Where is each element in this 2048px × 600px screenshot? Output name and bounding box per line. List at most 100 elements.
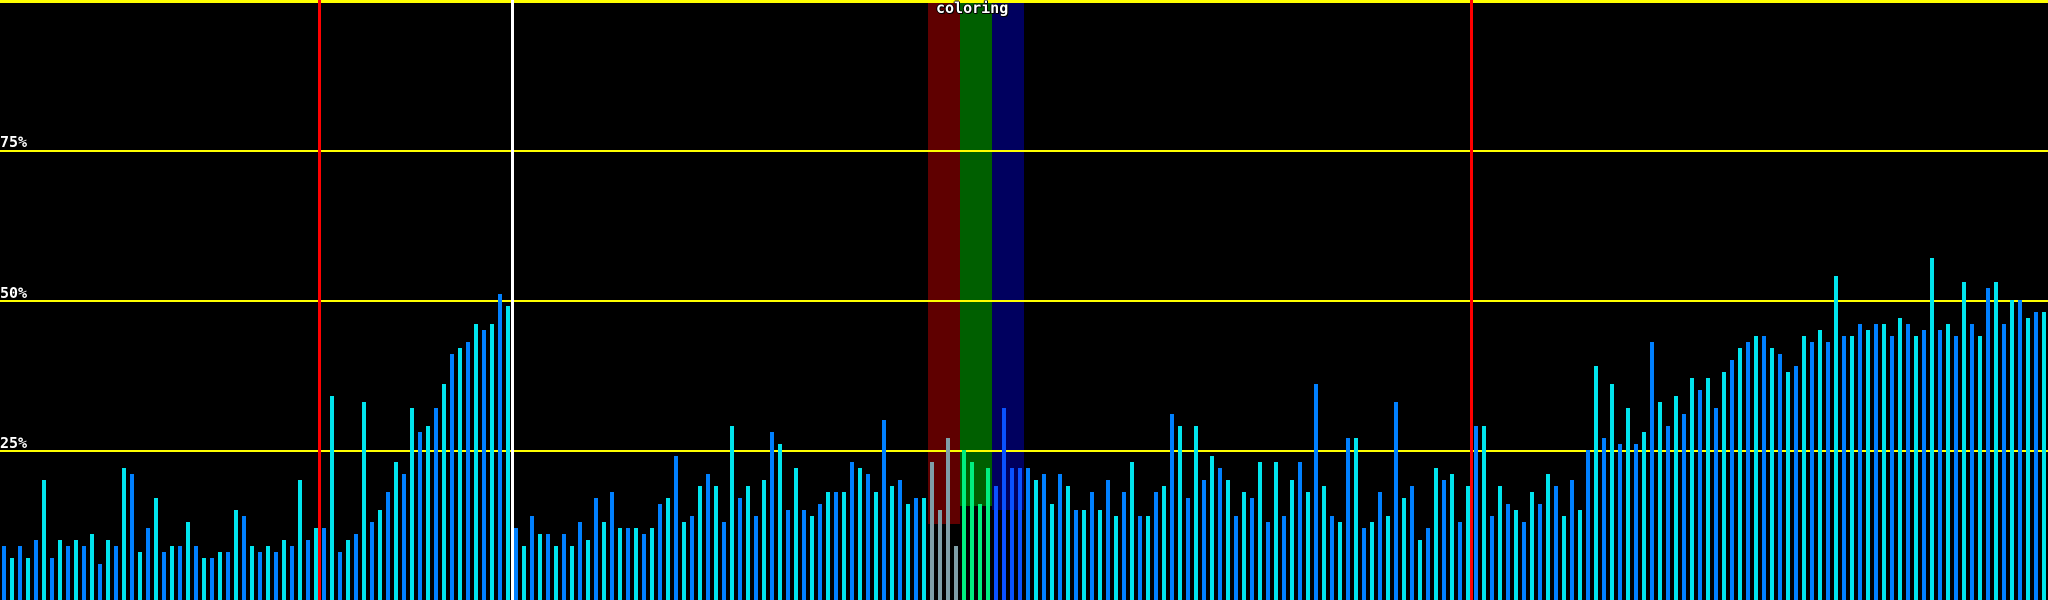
bar — [986, 468, 990, 600]
bar — [1522, 522, 1526, 600]
bar — [1154, 492, 1158, 600]
bar — [1402, 498, 1406, 600]
bar — [946, 438, 950, 600]
bar — [850, 462, 854, 600]
bar — [90, 534, 94, 600]
bar — [1466, 486, 1470, 600]
bar — [1818, 330, 1822, 600]
bar — [1090, 492, 1094, 600]
bar — [1794, 366, 1798, 600]
bar — [522, 546, 526, 600]
bar — [1218, 468, 1222, 600]
bar — [1754, 336, 1758, 600]
bar — [2034, 312, 2038, 600]
bar — [538, 534, 542, 600]
bar — [1626, 408, 1630, 600]
bar — [210, 558, 214, 600]
bar — [1642, 432, 1646, 600]
y-tick-25: 25% — [0, 434, 28, 452]
bar — [1026, 468, 1030, 600]
bar — [1442, 480, 1446, 600]
bar — [1434, 468, 1438, 600]
bar — [1498, 486, 1502, 600]
bar — [1474, 426, 1478, 600]
y-tick-50: 50% — [0, 284, 28, 302]
bar — [618, 528, 622, 600]
bar — [738, 498, 742, 600]
bar — [570, 546, 574, 600]
bar — [1362, 528, 1366, 600]
bar — [1978, 336, 1982, 600]
bar — [1378, 492, 1382, 600]
bar — [1578, 510, 1582, 600]
bar — [1530, 492, 1534, 600]
bar — [1986, 288, 1990, 600]
bar — [1370, 522, 1374, 600]
bar — [434, 408, 438, 600]
bar — [1658, 402, 1662, 600]
bar — [1690, 378, 1694, 600]
bar — [1162, 486, 1166, 600]
y-tick-75: 75% — [0, 133, 28, 151]
bar — [1594, 366, 1598, 600]
bar — [1338, 522, 1342, 600]
bar — [1274, 462, 1278, 600]
bar — [1866, 330, 1870, 600]
bar — [994, 486, 998, 600]
bar — [1266, 522, 1270, 600]
bar — [674, 456, 678, 600]
bar — [1666, 426, 1670, 600]
bar — [1562, 516, 1566, 600]
bar — [1386, 516, 1390, 600]
bar — [1946, 324, 1950, 600]
bars-layer — [0, 0, 2048, 600]
bar — [114, 546, 118, 600]
bar — [906, 504, 910, 600]
bar — [2010, 300, 2014, 600]
bar — [1706, 378, 1710, 600]
bar — [1682, 414, 1686, 600]
bar — [330, 396, 334, 600]
bar — [162, 552, 166, 600]
bar — [1418, 540, 1422, 600]
bar — [122, 468, 126, 600]
bar — [1810, 342, 1814, 600]
bar — [450, 354, 454, 600]
bar — [1674, 396, 1678, 600]
bar — [410, 408, 414, 600]
bar — [314, 528, 318, 600]
bar — [18, 546, 22, 600]
bar — [1146, 516, 1150, 600]
bar — [1098, 510, 1102, 600]
bar — [1778, 354, 1782, 600]
bar — [194, 546, 198, 600]
bar — [818, 504, 822, 600]
bar — [298, 480, 302, 600]
bar — [1210, 456, 1214, 600]
bar — [1490, 516, 1494, 600]
bar — [1730, 360, 1734, 600]
bar — [562, 534, 566, 600]
bar — [514, 528, 518, 600]
bar — [338, 552, 342, 600]
bar — [1538, 504, 1542, 600]
bar — [650, 528, 654, 600]
bar — [258, 552, 262, 600]
bar — [106, 540, 110, 600]
bar — [762, 480, 766, 600]
bar — [346, 540, 350, 600]
bar — [1602, 438, 1606, 600]
bar — [1018, 468, 1022, 600]
bar — [938, 510, 942, 600]
bar — [1002, 408, 1006, 600]
bar — [1450, 474, 1454, 600]
bar — [1170, 414, 1174, 600]
bar — [66, 546, 70, 600]
bar — [1314, 384, 1318, 600]
bar — [1714, 408, 1718, 600]
bar — [1570, 480, 1574, 600]
bar — [2042, 312, 2046, 600]
bar — [1874, 324, 1878, 600]
bar — [530, 516, 534, 600]
bar — [386, 492, 390, 600]
